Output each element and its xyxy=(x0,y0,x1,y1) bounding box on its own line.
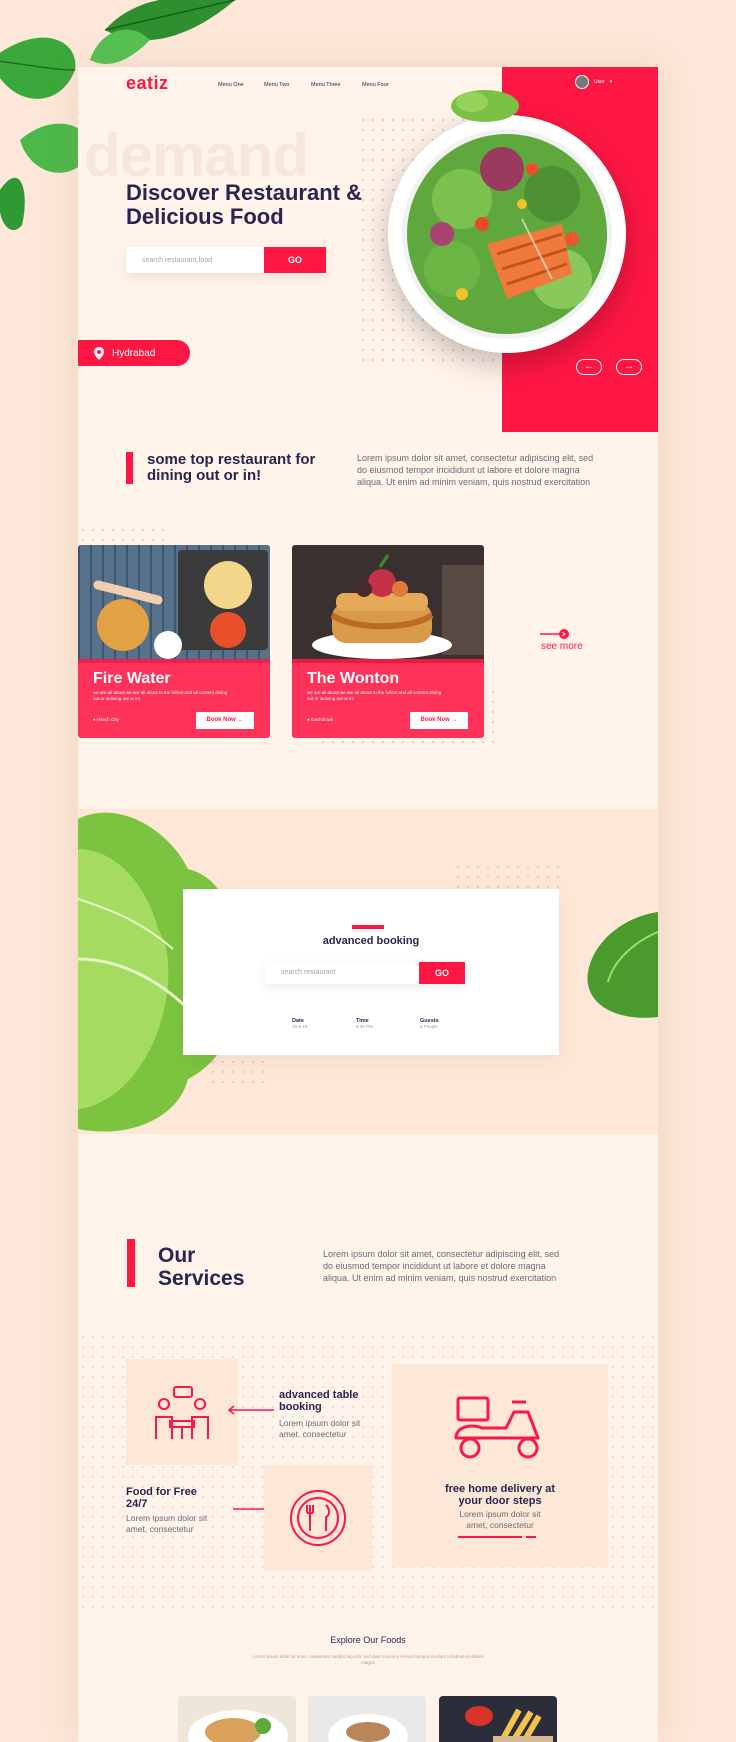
dot-grid xyxy=(78,525,168,547)
card-location: ● Gachibowli xyxy=(307,717,333,722)
food-thumbnail[interactable] xyxy=(439,1696,557,1742)
card-title: Fire Water xyxy=(93,670,171,687)
food-image xyxy=(178,1696,296,1742)
nav-menu-four[interactable]: Menu Four xyxy=(362,82,389,88)
booking-search-box: search restaurant GO xyxy=(265,962,465,984)
booking-go-button[interactable]: GO xyxy=(419,962,465,984)
location-pin-icon: ● xyxy=(307,717,310,722)
divider xyxy=(526,1536,536,1538)
book-now-label: Book Now xyxy=(420,717,450,723)
salad-image xyxy=(407,134,607,334)
date-field[interactable]: Date 15-6-19 xyxy=(292,1018,308,1030)
arrow-left-icon[interactable]: ← xyxy=(576,359,602,375)
book-now-button[interactable]: Book Now → xyxy=(196,712,254,729)
food-image xyxy=(78,545,270,663)
explore-title: Explore Our Foods xyxy=(330,1635,406,1645)
service-title: Food for Free 24/7 xyxy=(126,1486,197,1510)
booking-search-input[interactable]: search restaurant xyxy=(265,962,419,984)
location-label: Hydrabad xyxy=(112,347,156,359)
hero-slider-arrows: ← → xyxy=(576,359,642,375)
food-free-icon-box xyxy=(264,1465,372,1571)
location-pin-icon: ● xyxy=(93,717,96,722)
food-thumbnail[interactable] xyxy=(308,1696,426,1742)
hero-search-input[interactable]: search restaurant,food xyxy=(126,247,264,273)
food-thumbnail[interactable] xyxy=(178,1696,296,1742)
explore-text: Lorem ipsum dolor sit amet, consetetur s… xyxy=(252,1654,484,1665)
see-more-link[interactable]: see more xyxy=(541,641,583,652)
top-restaurants-title: some top restaurant for dining out or in… xyxy=(147,451,316,484)
hero-title: Discover Restaurant & Delicious Food xyxy=(126,180,362,229)
card-location: ● Hitech City xyxy=(93,717,119,722)
service-text: Lorem ipsum dolor sit amet, consectetur xyxy=(459,1509,541,1530)
services-accent-bar xyxy=(127,1239,135,1287)
landing-page: eatiz Menu One Menu Two Menu Three Menu … xyxy=(78,67,658,1742)
nav-menu-two[interactable]: Menu Two xyxy=(264,82,289,88)
location-pin-icon xyxy=(94,346,104,360)
user-menu[interactable]: User ▾ xyxy=(575,75,612,89)
guests-value: 2 People xyxy=(420,1024,438,1029)
divider xyxy=(458,1536,522,1538)
booking-accent-bar xyxy=(352,925,384,929)
table-booking-icon-box xyxy=(126,1359,238,1465)
see-more-arrow-icon[interactable] xyxy=(540,628,570,640)
table-booking-icon xyxy=(155,1386,209,1439)
arrow-right-icon[interactable]: → xyxy=(616,359,642,375)
plate-cutlery-icon xyxy=(290,1490,346,1546)
nav-menu-one[interactable]: Menu One xyxy=(218,82,244,88)
service-title: advanced table booking xyxy=(279,1389,359,1413)
avatar xyxy=(575,75,589,89)
card-description: we are all about we are all about to the… xyxy=(307,690,442,701)
service-title: free home delivery at your door steps xyxy=(444,1483,556,1507)
hero-search-box: search restaurant,food GO xyxy=(126,247,326,273)
lettuce-top xyxy=(451,90,519,122)
nav-menu-three[interactable]: Menu Three xyxy=(311,82,341,88)
lettuce-decoration xyxy=(587,912,658,1018)
food-image xyxy=(439,1696,557,1742)
card-title: The Wonton xyxy=(307,670,400,687)
time-value: 6:30 PM xyxy=(356,1024,373,1029)
restaurant-card[interactable]: Fire Water we are all about we are all a… xyxy=(78,545,270,738)
service-text: Lorem ipsum dolor sit amet, consectetur xyxy=(279,1418,361,1439)
arrow-right-icon: → xyxy=(451,717,458,723)
delivery-box: free home delivery at your door steps Lo… xyxy=(392,1364,608,1567)
food-image xyxy=(292,545,484,663)
top-nav: eatiz Menu One Menu Two Menu Three Menu … xyxy=(78,67,658,103)
food-image xyxy=(308,1696,426,1742)
services-title: Our Services xyxy=(158,1244,244,1290)
section-accent-bar xyxy=(126,452,133,484)
location-pill[interactable]: Hydrabad xyxy=(78,340,190,366)
restaurant-card[interactable]: The Wonton we are all about we are all a… xyxy=(292,545,484,738)
card-description: we are all about we are all about to the… xyxy=(93,690,228,701)
arrow-left-icon xyxy=(227,1405,274,1415)
card-location-label: Hitech City xyxy=(96,717,119,722)
chevron-down-icon: ▾ xyxy=(609,79,613,85)
hero-go-button[interactable]: GO xyxy=(264,247,326,273)
book-now-label: Book Now xyxy=(206,717,236,723)
guests-field[interactable]: Guests 2 People xyxy=(420,1018,439,1030)
booking-title: advanced booking xyxy=(322,935,420,947)
book-now-button[interactable]: Book Now → xyxy=(410,712,468,729)
service-text: Lorem ipsum dolor sit amet, consectetur xyxy=(126,1513,208,1534)
services-title-line2: Services xyxy=(158,1267,245,1290)
top-restaurants-text: Lorem ipsum dolor sit amet, consectetur … xyxy=(357,453,594,487)
salmon-salad-plate xyxy=(388,115,626,353)
user-name: User xyxy=(594,79,605,85)
logo[interactable]: eatiz xyxy=(126,73,169,94)
date-value: 15-6-19 xyxy=(292,1024,308,1029)
time-field[interactable]: Time 6:30 PM xyxy=(356,1018,373,1030)
services-text: Lorem ipsum dolor sit amet, consectetur … xyxy=(323,1249,560,1283)
services-title-line1: Our xyxy=(158,1244,196,1267)
card-location-label: Gachibowli xyxy=(310,717,333,722)
arrow-right-icon: → xyxy=(237,717,244,723)
scooter-icon xyxy=(454,1396,540,1459)
